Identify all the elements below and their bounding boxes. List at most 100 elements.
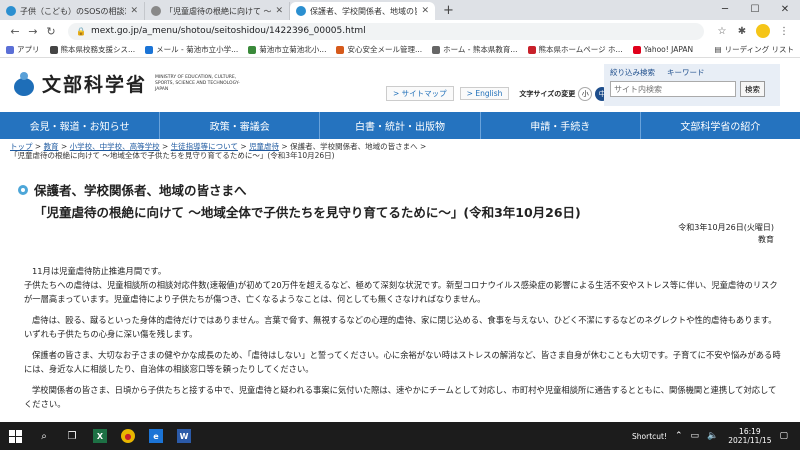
- taskbar: ⌕ ❐ X ● e W Shortcut! ⌃ ▭ 🔈 16:19 2021/1…: [0, 422, 800, 450]
- nav-item-about[interactable]: 文部科学省の紹介: [641, 112, 800, 139]
- notification-icon[interactable]: ▢: [779, 431, 788, 441]
- bookmark-icon: [49, 45, 58, 54]
- close-icon[interactable]: ✕: [275, 6, 283, 16]
- start-button[interactable]: [0, 422, 30, 450]
- network-icon[interactable]: ▭: [691, 431, 700, 441]
- bookmark-icon: [527, 45, 536, 54]
- bookmark-item[interactable]: 熊本県ホームページ ホ...: [527, 44, 623, 55]
- back-icon[interactable]: ←: [6, 25, 24, 38]
- breadcrumb: トップ > 教育 > 小学校、中学校、高等学校 > 生徒指導等について > 児童…: [10, 142, 790, 160]
- breadcrumb-current-title: 「児童虐待の根絶に向けて 〜地域全体で子供たちを見守り育てるために〜」(令和3年…: [10, 151, 335, 160]
- bookmark-item[interactable]: 熊本県校務支援シス...: [49, 44, 135, 55]
- lock-icon[interactable]: 🔒: [76, 27, 86, 36]
- search-button[interactable]: 検索: [740, 81, 765, 97]
- logo-text: 文部科学省: [42, 74, 148, 96]
- publish-date: 令和3年10月26日(火曜日): [678, 223, 774, 232]
- bookmark-icon: [432, 45, 441, 54]
- browser-tab[interactable]: 子供（こども）のSOSの相談窓口 ✕: [0, 2, 145, 20]
- shortcut-label[interactable]: Shortcut!: [632, 432, 667, 441]
- browser-tab-active[interactable]: 保護者、学校関係者、地域の皆さまへ ✕: [290, 2, 435, 20]
- logo-english: MINISTRY OF EDUCATION, CULTURE, SPORTS, …: [155, 74, 240, 92]
- nav-item-press[interactable]: 会見・報道・お知らせ: [0, 112, 161, 139]
- page-title: 保護者、学校関係者、地域の皆さまへ: [34, 183, 247, 198]
- browser-tab[interactable]: 「児童虐待の根絶に向けて 〜地域全 ✕: [145, 2, 290, 20]
- tab-title: 子供（こども）のSOSの相談窓口: [20, 6, 126, 16]
- paragraph: 学校関係者の皆さま、日頃から子供たちと接する中で、児童虐待と疑われる事案に気付い…: [24, 385, 777, 409]
- circle-bullet-icon: [18, 184, 28, 195]
- page-icon: [151, 6, 161, 16]
- nav-item-policy[interactable]: 政策・審議会: [160, 112, 321, 139]
- close-window-icon[interactable]: ✕: [770, 0, 800, 20]
- url-text: mext.go.jp/a_menu/shotou/seitoshidou/142…: [90, 26, 366, 36]
- mail-icon: [145, 45, 154, 54]
- header-links: > サイトマップ > English 文字サイズの変更 小 中 大: [386, 86, 627, 101]
- globe-icon: [6, 6, 16, 16]
- reload-icon[interactable]: ↻: [42, 25, 60, 38]
- edge-icon[interactable]: e: [142, 422, 170, 450]
- search-tab-filter[interactable]: 絞り込み検索: [610, 67, 655, 78]
- bookmark-item[interactable]: 安心安全メール管理...: [336, 44, 422, 55]
- category-label: 教育: [758, 235, 774, 244]
- bookmark-item[interactable]: Yahoo! JAPAN: [632, 45, 693, 54]
- site-search-panel: 絞り込み検索 キーワード 検索: [604, 64, 780, 106]
- bookmark-icon: [336, 45, 345, 54]
- task-view-icon[interactable]: ❐: [58, 422, 86, 450]
- bookmark-icon: [248, 45, 257, 54]
- nav-item-white-papers[interactable]: 白書・統計・出版物: [320, 112, 481, 139]
- breadcrumb-link[interactable]: 小学校、中学校、高等学校: [70, 142, 160, 151]
- sitemap-link[interactable]: > サイトマップ: [386, 86, 454, 101]
- chevron-up-icon[interactable]: ⌃: [675, 431, 683, 441]
- url-field[interactable]: 🔒 mext.go.jp/a_menu/shotou/seitoshidou/1…: [68, 22, 704, 40]
- bookmark-item[interactable]: ホーム - 熊本県教育...: [432, 44, 518, 55]
- site-logo[interactable]: 文部科学省 MINISTRY OF EDUCATION, CULTURE, SP…: [12, 70, 245, 97]
- close-icon[interactable]: ✕: [130, 6, 138, 16]
- star-icon[interactable]: ☆: [712, 26, 732, 37]
- english-link[interactable]: > English: [459, 87, 510, 100]
- clock[interactable]: 16:19 2021/11/15: [728, 427, 771, 445]
- new-tab-button[interactable]: +: [443, 3, 454, 18]
- date-block: 令和3年10月26日(火曜日) 教育: [678, 222, 774, 246]
- bookmark-apps[interactable]: アプリ: [6, 44, 40, 55]
- forward-icon[interactable]: →: [24, 25, 42, 38]
- nav-item-applications[interactable]: 申請・手続き: [481, 112, 641, 139]
- address-bar: ← → ↻ 🔒 mext.go.jp/a_menu/shotou/seitosh…: [0, 20, 800, 42]
- font-size-label: 文字サイズの変更: [519, 89, 576, 98]
- bookmark-item[interactable]: メール - 菊池市立小学...: [145, 44, 238, 55]
- clock-time: 16:19: [739, 427, 761, 436]
- apps-icon: [6, 45, 14, 54]
- volume-icon[interactable]: 🔈: [707, 431, 718, 441]
- breadcrumb-link[interactable]: 生徒指導等について: [171, 142, 238, 151]
- search-icon[interactable]: ⌕: [30, 422, 58, 450]
- word-icon[interactable]: W: [170, 422, 198, 450]
- breadcrumb-link[interactable]: 教育: [44, 142, 59, 151]
- close-icon[interactable]: ✕: [421, 6, 429, 16]
- paragraph: 11月は児童虐待防止推進月間です。 子供たちへの虐待は、児童相談所の相談対応件数…: [24, 266, 778, 304]
- bookmark-item[interactable]: 菊池市立菊池北小...: [248, 44, 326, 55]
- article-heading: 保護者、学校関係者、地域の皆さまへ 「児童虐待の根絶に向けて 〜地域全体で子供た…: [18, 180, 788, 221]
- reading-list-icon: ▤: [714, 45, 722, 54]
- site-search-input[interactable]: [610, 81, 736, 97]
- breadcrumb-link[interactable]: 児童虐待: [249, 142, 279, 151]
- maximize-icon[interactable]: ☐: [740, 0, 770, 20]
- yahoo-icon: [632, 45, 641, 54]
- mext-logo-icon: [12, 71, 36, 96]
- font-size-small[interactable]: 小: [578, 86, 593, 101]
- breadcrumb-link[interactable]: トップ: [10, 142, 33, 151]
- globe-icon: [296, 6, 306, 16]
- profile-avatar[interactable]: [756, 24, 770, 38]
- window-controls: ─ ☐ ✕: [710, 0, 800, 20]
- search-tab-keyword[interactable]: キーワード: [667, 67, 705, 78]
- tab-title: 「児童虐待の根絶に向けて 〜地域全: [165, 6, 272, 16]
- paragraph: 虐待は、殴る、蹴るといった身体的虐待だけではありません。言葉で脅す、無視するなど…: [24, 315, 777, 339]
- extensions-icon[interactable]: ✱: [732, 26, 752, 37]
- bookmarks-bar: アプリ 熊本県校務支援シス... メール - 菊池市立小学... 菊池市立菊池北…: [0, 42, 800, 58]
- tab-title: 保護者、学校関係者、地域の皆さまへ: [310, 6, 417, 16]
- article-body: 11月は児童虐待防止推進月間です。 子供たちへの虐待は、児童相談所の相談対応件数…: [24, 264, 782, 418]
- reading-list[interactable]: ▤ リーディング リスト: [715, 44, 794, 55]
- minimize-icon[interactable]: ─: [710, 0, 740, 20]
- menu-icon[interactable]: ⋮: [774, 26, 794, 37]
- browser-tab-strip: 子供（こども）のSOSの相談窓口 ✕ 「児童虐待の根絶に向けて 〜地域全 ✕ 保…: [0, 0, 800, 20]
- chrome-icon[interactable]: ●: [114, 422, 142, 450]
- clock-date: 2021/11/15: [728, 436, 772, 445]
- excel-icon[interactable]: X: [86, 422, 114, 450]
